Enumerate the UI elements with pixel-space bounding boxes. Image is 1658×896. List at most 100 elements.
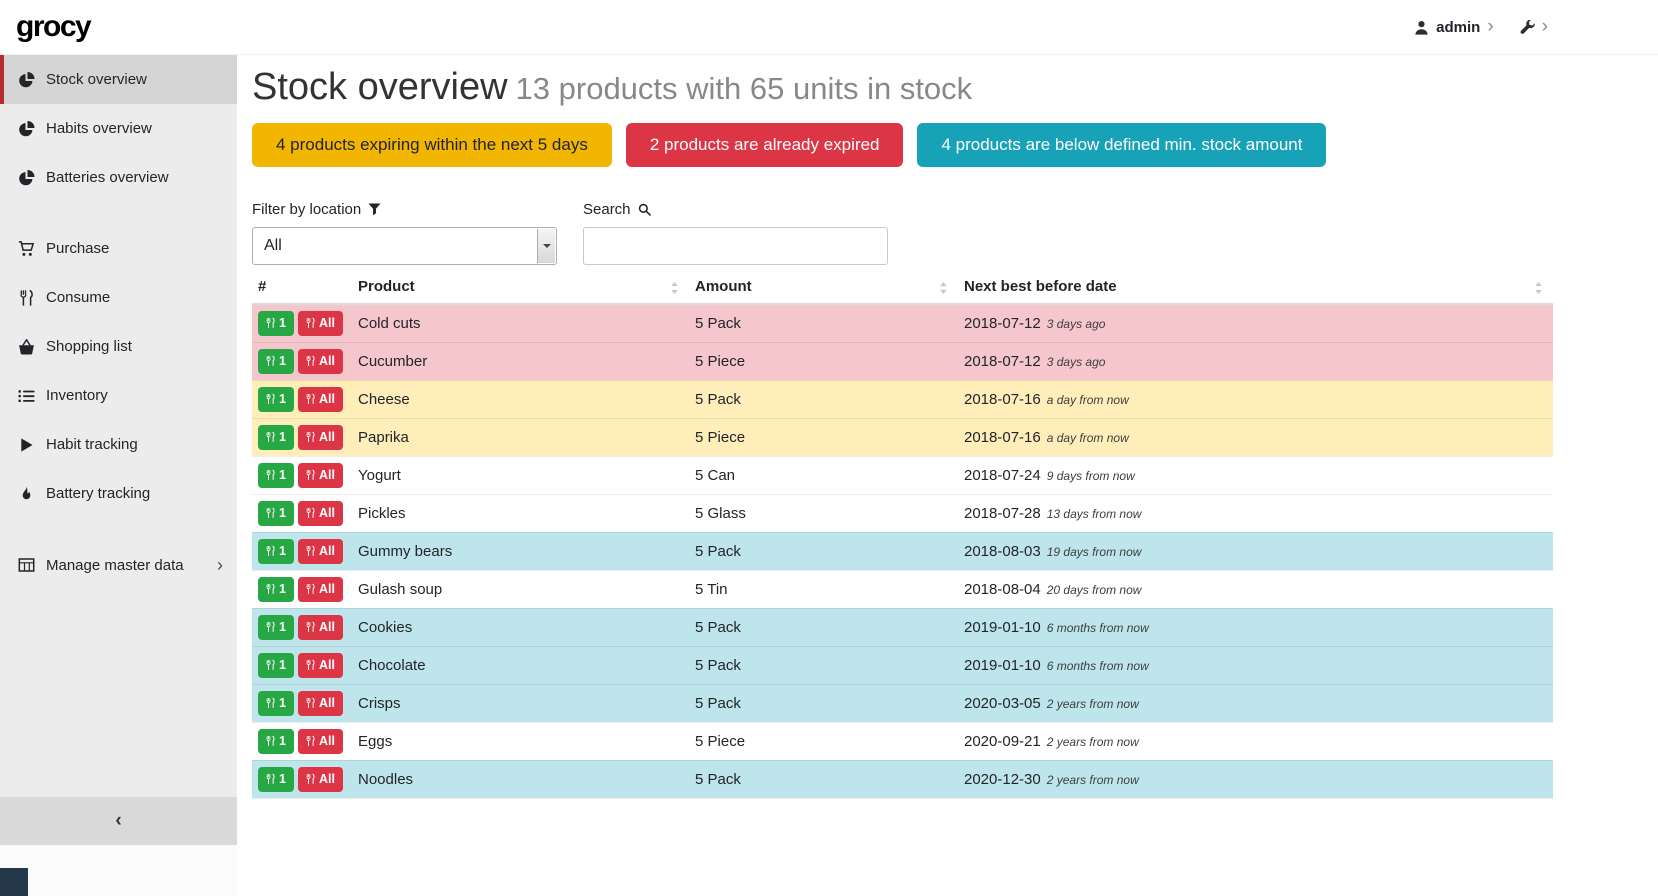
best-before-date: 2018-07-12 [964, 315, 1041, 332]
sidebar-item-label: Inventory [46, 387, 108, 404]
table-row: 1 All Yogurt 5 Can 2018-07-249 days from… [252, 456, 1553, 494]
consume-one-button[interactable]: 1 [258, 615, 294, 640]
best-before-date: 2018-08-03 [964, 543, 1041, 560]
best-before-cell: 2019-01-10 6 months from now [958, 646, 1553, 684]
filter-by-location-label: Filter by location [252, 201, 557, 218]
consume-all-button[interactable]: All [298, 767, 343, 792]
sidebar-item-purchase[interactable]: Purchase [0, 224, 237, 273]
chart-pie-icon [18, 72, 35, 88]
page-subtitle: 13 products with 65 units in stock [516, 71, 973, 106]
product-amount: 5 Pack [689, 760, 958, 798]
sidebar-item-consume[interactable]: Consume [0, 273, 237, 322]
consume-all-button[interactable]: All [298, 729, 343, 754]
stock-table: # Product Amount Next best before date [252, 273, 1553, 799]
table-row: 1 All Cucumber 5 Piece 2018-07-123 days … [252, 342, 1553, 380]
product-amount: 5 Glass [689, 494, 958, 532]
consume-all-button[interactable]: All [298, 653, 343, 678]
sidebar-item-stock-overview[interactable]: Stock overview [0, 55, 237, 104]
column-header-best-before[interactable]: Next best before date [958, 273, 1553, 304]
product-amount: 5 Piece [689, 722, 958, 760]
sort-icon[interactable] [669, 281, 680, 294]
consume-all-button[interactable]: All [298, 311, 343, 336]
consume-all-button[interactable]: All [298, 577, 343, 602]
consume-one-button[interactable]: 1 [258, 691, 294, 716]
utensils-icon [266, 659, 275, 671]
consume-all-button[interactable]: All [298, 387, 343, 412]
best-before-cell: 2018-07-16a day from now [958, 380, 1553, 418]
best-before-date: 2019-01-10 [964, 657, 1041, 674]
consume-one-button[interactable]: 1 [258, 653, 294, 678]
grocy-logo[interactable]: grocy [16, 10, 90, 44]
sidebar-item-batteries-overview[interactable]: Batteries overview [0, 153, 237, 202]
product-amount: 5 Tin [689, 570, 958, 608]
sidebar-item-label: Stock overview [46, 71, 147, 88]
utensils-icon [306, 393, 315, 405]
best-before-date: 2018-07-24 [964, 467, 1041, 484]
best-before-relative: 9 days from now [1047, 469, 1135, 483]
sidebar-item-habits-overview[interactable]: Habits overview [0, 104, 237, 153]
consume-all-button[interactable]: All [298, 691, 343, 716]
location-filter-control: Filter by location All [252, 201, 557, 265]
utensils-icon [306, 735, 315, 747]
consume-one-button[interactable]: 1 [258, 577, 294, 602]
best-before-relative: 6 months from now [1047, 659, 1149, 673]
consume-all-button[interactable]: All [298, 501, 343, 526]
row-actions-cell: 1 All [252, 456, 352, 494]
sidebar-item-manage-master-data[interactable]: Manage master data › [0, 540, 237, 590]
utensils-icon [306, 507, 315, 519]
search-input[interactable] [583, 227, 888, 265]
product-name: Crisps [352, 684, 689, 722]
shopping-basket-icon [18, 339, 35, 355]
consume-one-button[interactable]: 1 [258, 501, 294, 526]
consume-all-button[interactable]: All [298, 463, 343, 488]
sidebar-item-shopping-list[interactable]: Shopping list [0, 322, 237, 371]
consume-all-button[interactable]: All [298, 615, 343, 640]
consume-one-button[interactable]: 1 [258, 463, 294, 488]
product-name: Gummy bears [352, 532, 689, 570]
best-before-date: 2018-07-16 [964, 429, 1041, 446]
sidebar-collapse-button[interactable]: ‹ [0, 797, 237, 845]
best-before-relative: 6 months from now [1047, 621, 1149, 635]
utensils-icon [306, 317, 315, 329]
column-header-number[interactable]: # [252, 273, 352, 304]
chevron-right-icon: › [1542, 17, 1548, 38]
consume-one-button[interactable]: 1 [258, 729, 294, 754]
sidebar-item-habit-tracking[interactable]: Habit tracking [0, 420, 237, 469]
user-name: admin [1436, 19, 1480, 36]
sidebar-item-label: Shopping list [46, 338, 132, 355]
location-select-value: All [264, 237, 282, 255]
product-name: Cucumber [352, 342, 689, 380]
consume-all-button[interactable]: All [298, 539, 343, 564]
dark-corner-square [0, 868, 28, 896]
consume-one-button[interactable]: 1 [258, 349, 294, 374]
consume-all-button[interactable]: All [298, 425, 343, 450]
utensils-icon [18, 290, 35, 306]
table-row: 1 All Paprika 5 Piece 2018-07-16a day fr… [252, 418, 1553, 456]
user-menu[interactable]: admin › [1414, 17, 1494, 38]
best-before-relative: 19 days from now [1047, 545, 1142, 559]
consume-one-button[interactable]: 1 [258, 767, 294, 792]
settings-menu[interactable]: › [1520, 17, 1548, 38]
page-heading: Stock overview13 products with 65 units … [252, 67, 1553, 109]
location-select[interactable]: All [252, 227, 557, 265]
sort-icon[interactable] [938, 281, 949, 294]
sidebar-item-battery-tracking[interactable]: Battery tracking [0, 469, 237, 518]
expired-products-badge[interactable]: 2 products are already expired [626, 123, 904, 167]
product-amount: 5 Piece [689, 342, 958, 380]
best-before-date: 2020-03-05 [964, 695, 1041, 712]
table-row: 1 All Pickles 5 Glass 2018-07-2813 days … [252, 494, 1553, 532]
column-header-amount[interactable]: Amount [689, 273, 958, 304]
column-header-product[interactable]: Product [352, 273, 689, 304]
best-before-cell: 2020-12-302 years from now [958, 760, 1553, 798]
consume-one-button[interactable]: 1 [258, 387, 294, 412]
filter-label-text: Filter by location [252, 201, 361, 218]
consume-one-button[interactable]: 1 [258, 425, 294, 450]
main-content: Stock overview13 products with 65 units … [237, 55, 1658, 896]
consume-one-button[interactable]: 1 [258, 539, 294, 564]
sort-icon[interactable] [1533, 281, 1544, 294]
sidebar-item-inventory[interactable]: Inventory [0, 371, 237, 420]
consume-all-button[interactable]: All [298, 349, 343, 374]
expiring-products-badge[interactable]: 4 products expiring within the next 5 da… [252, 123, 612, 167]
consume-one-button[interactable]: 1 [258, 311, 294, 336]
below-min-stock-badge[interactable]: 4 products are below defined min. stock … [917, 123, 1326, 167]
